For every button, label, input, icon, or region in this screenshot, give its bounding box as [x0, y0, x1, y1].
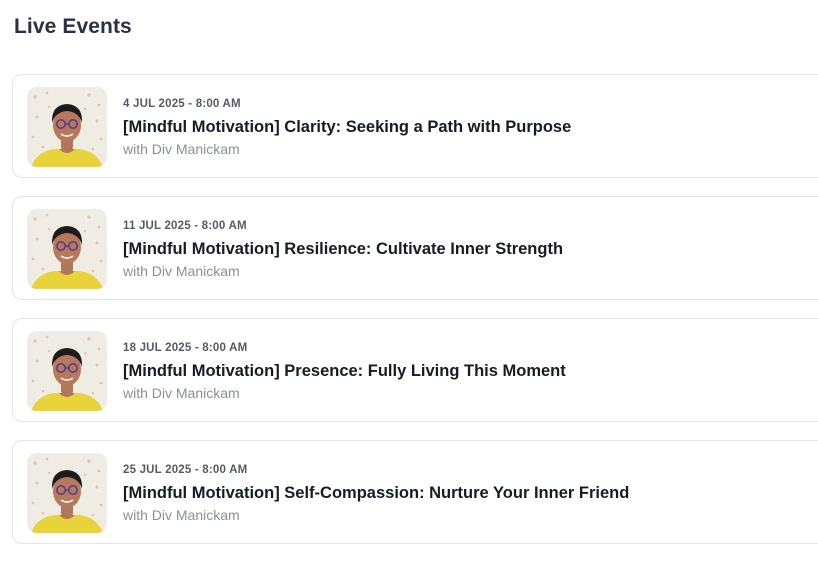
- event-card[interactable]: 11 JUL 2025 - 8:00 AM [Mindful Motivatio…: [12, 196, 818, 300]
- event-host: with Div Manickam: [123, 263, 240, 279]
- event-details: 18 JUL 2025 - 8:00 AM [Mindful Motivatio…: [123, 341, 818, 402]
- section-title: Live Events: [14, 15, 132, 38]
- event-title[interactable]: [Mindful Motivation] Resilience: Cultiva…: [123, 238, 818, 260]
- event-date: 11 JUL 2025 - 8:00 AM: [123, 220, 247, 232]
- host-avatar: [27, 87, 107, 167]
- event-details: 11 JUL 2025 - 8:00 AM [Mindful Motivatio…: [123, 219, 818, 280]
- event-date: 4 JUL 2025 - 8:00 AM: [123, 98, 241, 110]
- event-details: 4 JUL 2025 - 8:00 AM [Mindful Motivation…: [123, 97, 818, 158]
- host-portrait-image: [27, 87, 107, 167]
- event-date: 18 JUL 2025 - 8:00 AM: [123, 342, 248, 354]
- event-card[interactable]: 18 JUL 2025 - 8:00 AM [Mindful Motivatio…: [12, 318, 818, 422]
- host-portrait-image: [27, 209, 107, 289]
- host-portrait-image: [27, 331, 107, 411]
- event-host: with Div Manickam: [123, 507, 240, 523]
- event-card[interactable]: 4 JUL 2025 - 8:00 AM [Mindful Motivation…: [12, 74, 818, 178]
- event-date: 25 JUL 2025 - 8:00 AM: [123, 464, 248, 476]
- event-details: 25 JUL 2025 - 8:00 AM [Mindful Motivatio…: [123, 463, 818, 524]
- host-portrait-image: [27, 453, 107, 533]
- host-avatar: [27, 209, 107, 289]
- event-title[interactable]: [Mindful Motivation] Clarity: Seeking a …: [123, 116, 818, 138]
- event-list: 4 JUL 2025 - 8:00 AM [Mindful Motivation…: [12, 74, 818, 562]
- host-avatar: [27, 331, 107, 411]
- event-title[interactable]: [Mindful Motivation] Presence: Fully Liv…: [123, 360, 818, 382]
- event-host: with Div Manickam: [123, 385, 240, 401]
- event-title[interactable]: [Mindful Motivation] Self-Compassion: Nu…: [123, 482, 818, 504]
- event-host: with Div Manickam: [123, 141, 240, 157]
- host-avatar: [27, 453, 107, 533]
- event-card[interactable]: 25 JUL 2025 - 8:00 AM [Mindful Motivatio…: [12, 440, 818, 544]
